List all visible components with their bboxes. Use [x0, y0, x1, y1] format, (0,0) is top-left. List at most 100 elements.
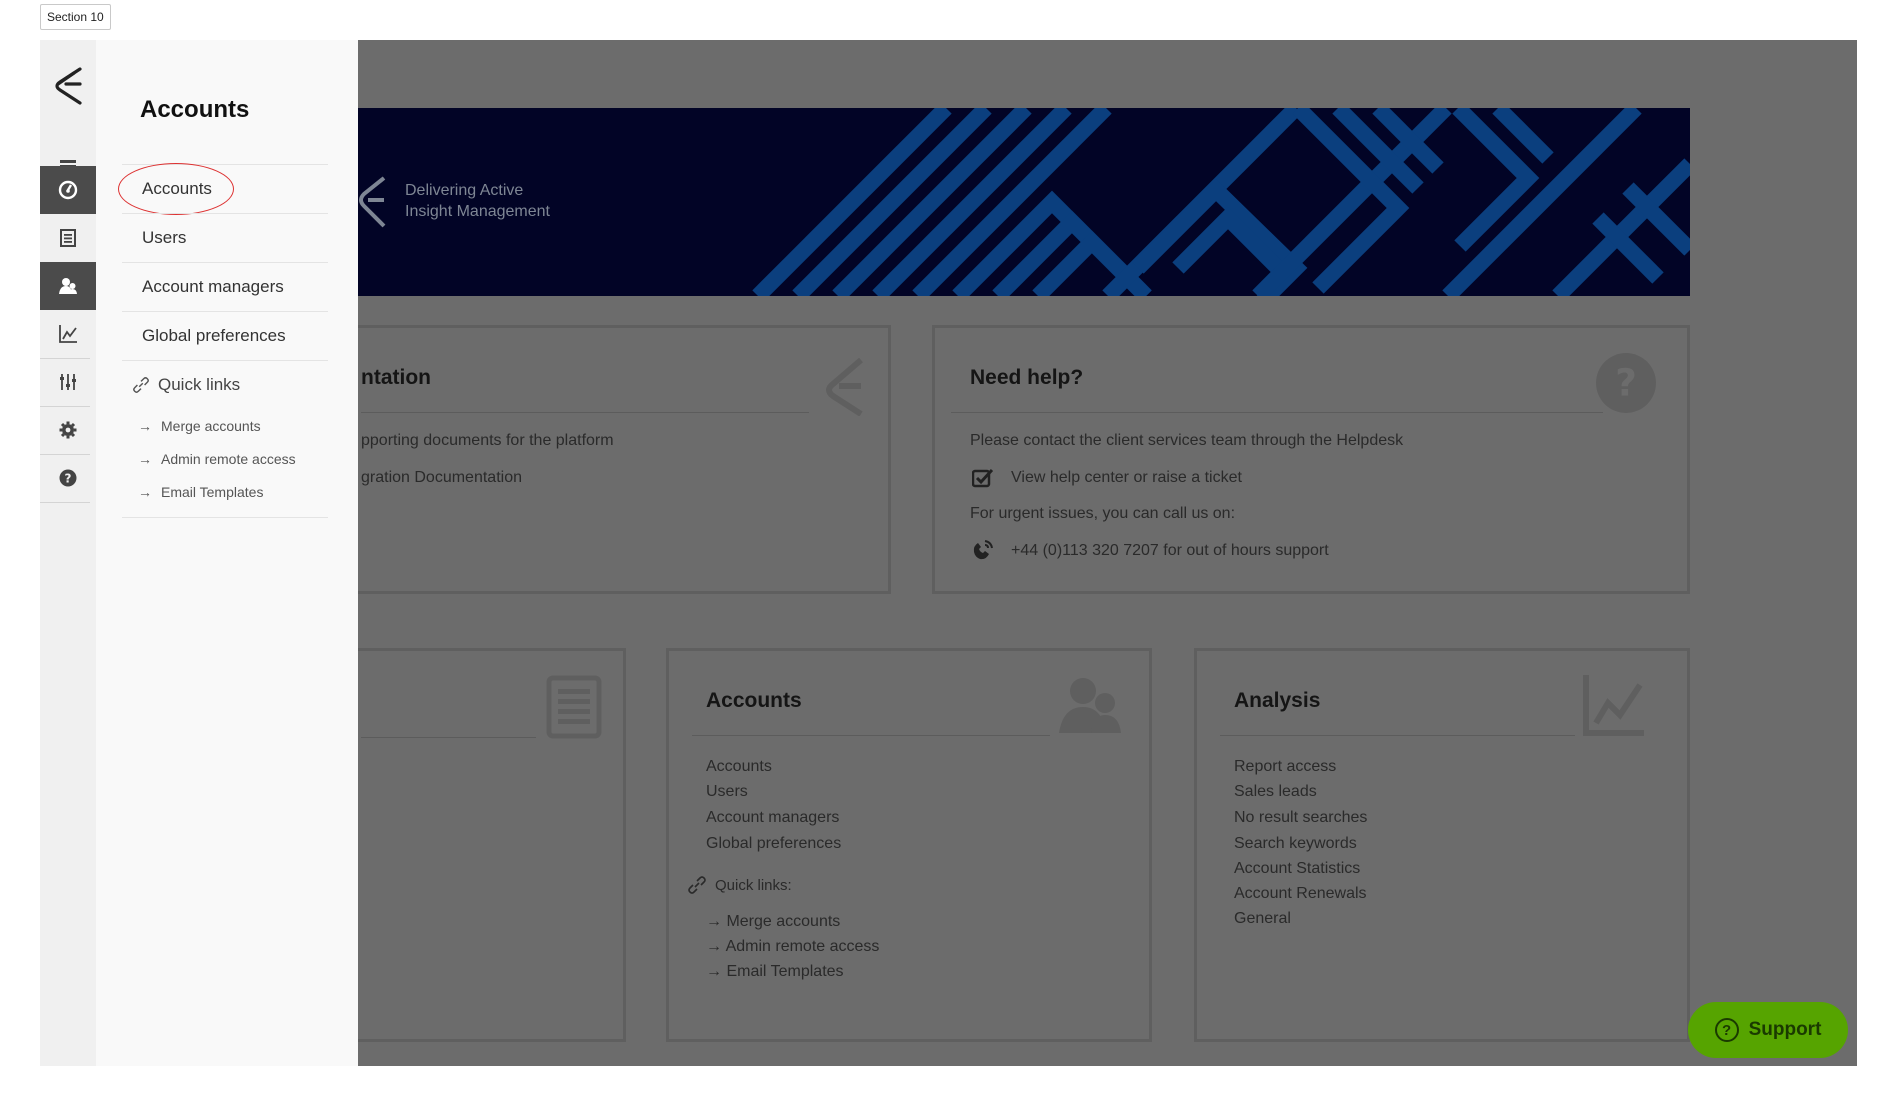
panel-quick-email-templates[interactable]: → Email Templates — [122, 475, 328, 508]
panel-quick-merge-accounts[interactable]: → Merge accounts — [122, 409, 328, 442]
banner-stripes — [752, 108, 1690, 296]
accounts-card-link-account-managers[interactable]: Account managers — [706, 809, 839, 827]
panel-divider — [122, 508, 328, 518]
section-tag: Section 10 — [40, 4, 111, 30]
panel-quick-link-label: Merge accounts — [161, 417, 261, 434]
banner-tagline: Delivering Active Insight Management — [405, 180, 550, 222]
app-frame: Delivering Active Insight Management nta… — [40, 40, 1857, 1066]
arrow-right-icon: → — [706, 938, 726, 955]
icon-rail: ? — [40, 40, 96, 1066]
chart-icon — [59, 325, 77, 343]
document-card-icon — [546, 675, 602, 739]
question-circle-icon: ? — [1596, 353, 1656, 413]
dashboard-icon — [58, 180, 78, 200]
accounts-card: Accounts Accounts Users Account managers… — [666, 648, 1152, 1042]
accounts-card-quick-admin-remote-label: Admin remote access — [725, 938, 880, 955]
need-help-card: Need help? ? Please contact the client s… — [932, 325, 1690, 594]
rail-dashboard[interactable] — [40, 166, 96, 214]
document-icon — [60, 229, 76, 247]
analysis-link-account-renewals[interactable]: Account Renewals — [1234, 885, 1367, 903]
analysis-card-title: Analysis — [1234, 689, 1321, 712]
gear-icon — [59, 421, 77, 439]
rail-configuration[interactable] — [40, 358, 96, 406]
arrow-right-icon: → — [706, 913, 727, 930]
panel-menu: Accounts Users Account managers Global p… — [118, 163, 328, 518]
arrow-right-icon: → — [138, 417, 152, 434]
panel-quick-links-header: Quick links — [122, 360, 328, 409]
panel-title: Accounts — [140, 96, 250, 123]
rail-help[interactable]: ? — [40, 454, 96, 502]
accounts-card-quick-email-templates[interactable]: → Email Templates — [706, 963, 844, 981]
panel-item-label: Account managers — [142, 277, 284, 296]
analysis-link-no-result-searches[interactable]: No result searches — [1234, 809, 1367, 827]
documentation-card-title: ntation — [361, 366, 431, 389]
brand-mark-icon — [826, 357, 863, 416]
accounts-card-quick-email-templates-label: Email Templates — [726, 963, 844, 980]
analysis-link-sales-leads[interactable]: Sales leads — [1234, 783, 1317, 801]
accounts-card-title: Accounts — [706, 689, 802, 712]
user-icon — [59, 278, 77, 294]
need-help-title: Need help? — [970, 366, 1084, 389]
svg-text:?: ? — [65, 472, 72, 486]
card-divider — [361, 737, 536, 738]
panel-quick-links-label: Quick links — [158, 375, 241, 394]
accounts-card-quick-admin-remote[interactable]: → Admin remote access — [706, 938, 879, 956]
arrow-right-icon: → — [138, 483, 152, 500]
rail-analysis[interactable] — [40, 310, 96, 358]
phone-support-text[interactable]: +44 (0)113 320 7207 for out of hours sup… — [1011, 542, 1329, 560]
panel-item-global-preferences[interactable]: Global preferences — [122, 311, 328, 360]
documentation-link-1[interactable]: pporting documents for the platform — [361, 432, 614, 450]
panel-item-accounts[interactable]: Accounts — [118, 163, 328, 215]
accounts-card-link-users[interactable]: Users — [706, 783, 748, 801]
brand-logo-icon — [359, 176, 386, 228]
banner-tagline-line1: Delivering Active — [405, 182, 524, 199]
rail-documents[interactable] — [40, 214, 96, 262]
panel-quick-link-label: Admin remote access — [161, 450, 296, 467]
panel-item-label: Global preferences — [142, 326, 286, 345]
analysis-link-general[interactable]: General — [1234, 910, 1291, 928]
panel-item-users[interactable]: Users — [122, 213, 328, 262]
accounts-card-quick-links-label: Quick links: — [715, 877, 792, 894]
chart-card-icon — [1583, 675, 1644, 736]
help-icon: ? — [59, 469, 77, 487]
sliders-icon — [60, 374, 76, 390]
analysis-link-search-keywords[interactable]: Search keywords — [1234, 835, 1357, 853]
accounts-card-link-accounts[interactable]: Accounts — [706, 758, 772, 776]
urgent-issues-text: For urgent issues, you can call us on: — [970, 505, 1236, 522]
panel-item-account-managers[interactable]: Account managers — [122, 262, 328, 311]
analysis-link-report-access[interactable]: Report access — [1234, 758, 1336, 776]
checkbox-icon — [972, 468, 994, 488]
documentation-link-2[interactable]: gration Documentation — [361, 469, 522, 487]
card-divider — [1220, 735, 1575, 736]
rail-accounts[interactable] — [40, 262, 96, 310]
analysis-link-account-statistics[interactable]: Account Statistics — [1234, 860, 1360, 878]
arrow-right-icon: → — [138, 450, 152, 467]
support-button-label: Support — [1748, 1019, 1822, 1040]
rail-settings[interactable] — [40, 406, 96, 454]
analysis-card: Analysis Report access Sales leads No re… — [1194, 648, 1690, 1042]
question-circle-icon: ? — [1714, 1018, 1739, 1042]
user-card-icon — [1059, 678, 1121, 733]
support-button[interactable]: ? Support — [1688, 1002, 1848, 1058]
accounts-card-quick-merge[interactable]: → Merge accounts — [706, 913, 840, 931]
brand-logo-icon[interactable] — [50, 66, 86, 106]
helpdesk-link[interactable]: View help center or raise a ticket — [1011, 469, 1242, 487]
highlight-circle — [118, 163, 234, 215]
accounts-flyout-panel: Accounts Accounts Users Account managers… — [96, 40, 358, 1066]
panel-quick-link-label: Email Templates — [161, 483, 264, 500]
documentation-card: ntation pporting documents for the platf… — [340, 325, 891, 594]
link-icon — [688, 876, 706, 894]
link-icon — [133, 377, 149, 393]
accounts-card-quick-merge-label: Merge accounts — [726, 913, 841, 930]
panel-quick-admin-remote-access[interactable]: → Admin remote access — [122, 442, 328, 475]
phone-icon — [973, 540, 993, 560]
arrow-right-icon: → — [706, 963, 727, 980]
rail-divider — [40, 502, 90, 503]
panel-item-label: Users — [142, 228, 187, 247]
svg-text:?: ? — [1615, 360, 1637, 404]
card-divider — [951, 412, 1603, 413]
card-divider — [692, 735, 1050, 736]
hero-banner: Delivering Active Insight Management — [358, 108, 1690, 296]
accounts-card-link-global-preferences[interactable]: Global preferences — [706, 835, 841, 853]
card-divider — [361, 412, 809, 413]
